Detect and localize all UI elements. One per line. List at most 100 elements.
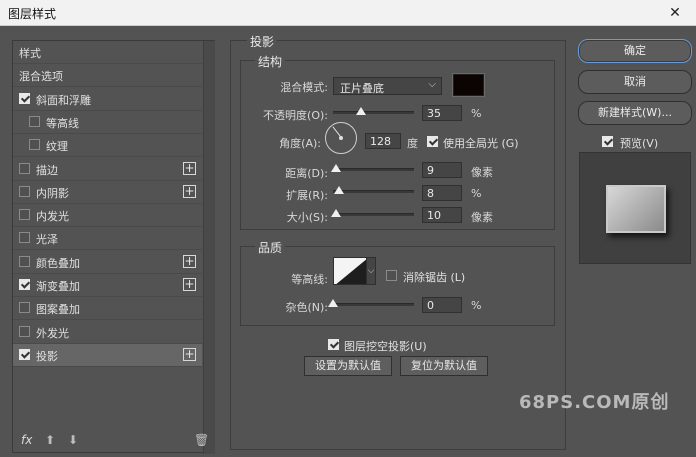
style-item-label: 图案叠加 [36,303,80,317]
add-icon[interactable]: + [183,278,196,291]
new-style-button[interactable]: 新建样式(W)... [578,101,692,125]
antialias-checkbox[interactable] [386,270,397,281]
trash-icon[interactable]: 🗑 [194,433,209,447]
ok-button[interactable]: 确定 [578,39,692,63]
style-list-item[interactable]: 内发光 [13,204,202,228]
move-up-icon[interactable]: ⬆ [45,433,55,447]
style-item-checkbox[interactable] [19,162,30,174]
noise-slider[interactable] [328,299,414,307]
style-list-item[interactable]: 描边 + [13,158,202,181]
layer-style-dialog: 样式 混合选项 斜面和浮雕 等高线 纹理 描边 + 内阴影 + 内发光 光泽 颜色叠加 + 渐变叠加 + 图案… [0,26,696,457]
style-item-checkbox[interactable] [29,115,40,127]
quality-title: 品质 [255,239,286,256]
global-light-checkbox[interactable] [427,136,438,147]
spread-slider-thumb[interactable] [334,186,345,194]
add-icon[interactable]: + [183,161,196,175]
size-input[interactable]: 10 [422,207,462,223]
style-item-label: 外发光 [36,326,69,340]
style-list-item[interactable]: 等高线 [13,111,202,134]
style-item-label: 等高线 [46,116,79,130]
preview-label: 预览(V) [620,137,659,150]
blend-mode-label: 混合模式: [280,81,328,94]
style-item-checkbox[interactable] [19,185,30,197]
close-icon[interactable]: ✕ [665,3,685,23]
add-icon[interactable]: + [183,184,196,198]
style-item-checkbox[interactable] [19,279,30,290]
opacity-slider-thumb[interactable] [356,107,367,115]
opacity-label: 不透明度(O): [263,109,328,122]
size-slider-thumb[interactable] [331,209,342,217]
move-down-icon[interactable]: ⬇ [68,433,78,447]
reset-default-button[interactable]: 复位为默认值 [400,356,488,376]
style-list-scrollbar[interactable] [203,41,215,454]
style-item-checkbox[interactable] [19,209,30,221]
style-list-item[interactable]: 混合选项 [13,64,202,88]
drop-shadow-panel: 投影 结构 混合模式: 正片叠底 ⌵ 不透明度(O): 35 % 角度(A): … [230,33,566,450]
spread-slider[interactable] [333,186,414,194]
style-list-item[interactable]: 颜色叠加 + [13,251,202,274]
style-list-toolbar: fx ⬆ ⬇ 🗑 [13,428,209,453]
angle-dial[interactable] [325,122,357,154]
style-item-label: 光泽 [36,233,58,247]
shadow-color-swatch[interactable] [452,73,485,97]
noise-input[interactable]: 0 [422,297,462,313]
contour-label: 等高线: [291,273,328,286]
preview-checkbox[interactable] [602,136,613,147]
blend-mode-select[interactable]: 正片叠底 ⌵ [333,77,442,95]
contour-curve-icon [336,259,366,284]
watermark-text: 68PS.COM原创 [519,392,670,413]
style-list-item[interactable]: 样式 [13,41,202,64]
style-preview [579,152,691,264]
global-light-label: 使用全局光 (G) [443,137,519,150]
style-item-label: 斜面和浮雕 [36,93,91,107]
set-default-button[interactable]: 设置为默认值 [304,356,392,376]
style-item-checkbox[interactable] [19,92,30,104]
style-item-checkbox[interactable] [19,302,30,314]
style-item-label: 颜色叠加 [36,256,80,270]
fx-icon[interactable]: fx [21,433,32,447]
angle-input[interactable]: 128 [365,133,401,149]
opacity-slider[interactable] [333,107,414,115]
style-item-label: 纹理 [46,140,68,154]
add-icon[interactable]: + [183,347,196,361]
opacity-input[interactable]: 35 [422,105,462,121]
style-item-label: 描边 [36,163,58,177]
style-item-label: 投影 [36,349,58,363]
style-list-item[interactable]: 图案叠加 [13,297,202,321]
window-title: 图层样式 [8,7,57,21]
size-slider[interactable] [331,209,414,217]
style-item-checkbox[interactable] [19,325,30,337]
distance-unit: 像素 [471,166,493,179]
style-list-item[interactable]: 内阴影 + [13,181,202,204]
cancel-button[interactable]: 取消 [578,70,692,94]
style-list-item[interactable]: 斜面和浮雕 [13,88,202,111]
angle-unit: 度 [407,137,418,150]
knockout-checkbox[interactable] [328,339,339,350]
angle-label: 角度(A): [279,137,321,150]
style-list-item[interactable]: 光泽 [13,227,202,251]
noise-slider-thumb[interactable] [328,299,338,307]
structure-group: 结构 混合模式: 正片叠底 ⌵ 不透明度(O): 35 % 角度(A): 128… [240,53,555,230]
style-list-item[interactable]: 纹理 [13,134,202,158]
style-list-item[interactable]: 投影 + [13,343,202,367]
spread-label: 扩展(R): [286,189,328,202]
style-list-item[interactable]: 外发光 [13,321,202,344]
style-list-item[interactable]: 渐变叠加 + [13,274,202,297]
size-label: 大小(S): [286,211,328,224]
distance-input[interactable]: 9 [422,162,462,178]
style-item-checkbox[interactable] [19,255,30,267]
size-unit: 像素 [471,211,493,224]
style-item-checkbox[interactable] [29,139,40,151]
style-item-label: 样式 [19,47,41,60]
style-list-panel: 样式 混合选项 斜面和浮雕 等高线 纹理 描边 + 内阴影 + 内发光 光泽 颜色叠加 + 渐变叠加 + 图案… [12,40,215,454]
window-titlebar: 图层样式 ✕ [0,0,696,26]
contour-dropdown[interactable]: ⌵ [366,257,376,285]
blend-mode-value: 正片叠底 [340,82,384,95]
distance-slider-thumb[interactable] [331,164,342,172]
distance-slider[interactable] [331,164,414,172]
style-item-checkbox[interactable] [19,348,30,360]
spread-input[interactable]: 8 [422,185,462,201]
contour-preview[interactable] [333,257,367,285]
add-icon[interactable]: + [183,254,196,268]
style-item-checkbox[interactable] [19,232,30,244]
